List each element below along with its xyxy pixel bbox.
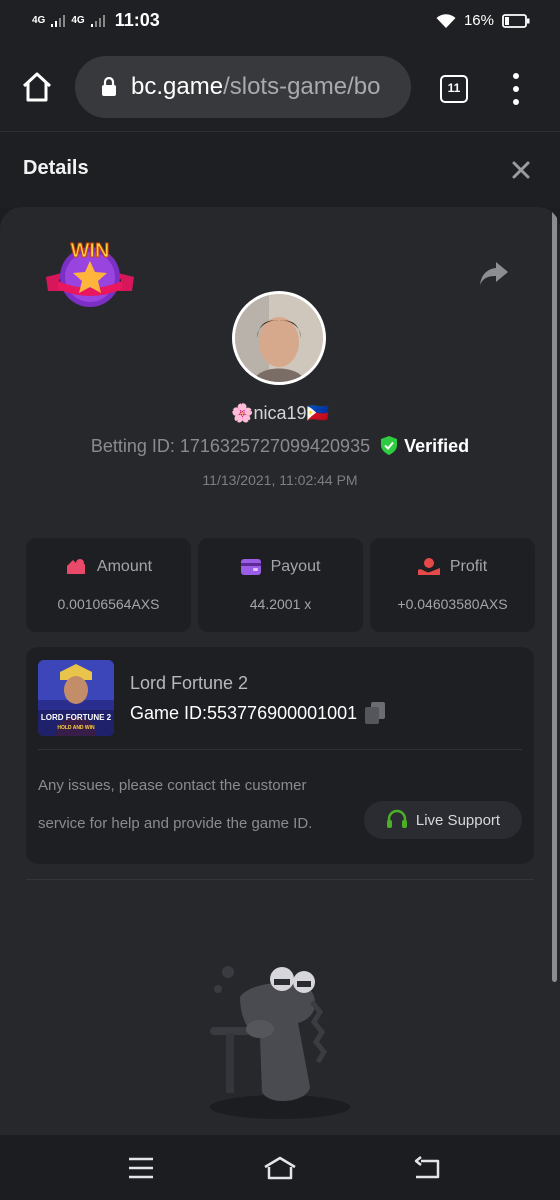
amount-value: 0.00106564AXS (57, 596, 160, 612)
page-title: Details (23, 157, 89, 179)
divider (38, 749, 522, 750)
game-thumbnail-image: LORD FORTUNE 2 HOLD AND WIN (38, 660, 114, 736)
section-divider (26, 879, 534, 880)
signal-icon (90, 14, 105, 27)
amount-header: Amount (26, 558, 191, 576)
share-icon[interactable] (478, 259, 510, 287)
wifi-icon (436, 13, 456, 28)
game-id: Game ID:553776900001001 (130, 702, 358, 723)
profit-value: +0.04603580AXS (397, 596, 508, 612)
tab-switcher-button[interactable]: 11 (440, 75, 468, 103)
payout-value: 44.2001 x (249, 596, 312, 612)
live-support-label: Live Support (415, 811, 501, 829)
payout-card: Payout 44.2001 x (198, 538, 363, 632)
payout-label: Payout (270, 558, 321, 575)
verified-shield-icon (381, 436, 398, 455)
battery-percent: 16% (463, 12, 494, 29)
address-bar[interactable]: bc.game/slots-game/bo (75, 56, 411, 118)
close-icon[interactable] (510, 159, 532, 181)
crocodile-mascot-icon (210, 966, 350, 1119)
back-icon[interactable] (412, 1155, 442, 1181)
home-icon[interactable] (20, 70, 54, 104)
scrollbar[interactable] (552, 207, 557, 982)
more-menu-icon[interactable] (506, 73, 526, 105)
payout-header: Payout (198, 558, 363, 576)
thumb-title: LORD FORTUNE 2 (41, 713, 112, 722)
network-type-1: 4G (32, 14, 46, 26)
avatar (232, 291, 326, 385)
game-id-row: Game ID:553776900001001 (130, 702, 386, 724)
username: 🌸nica19🇵🇭 (231, 403, 329, 423)
url-path: /slots-game/bo (223, 73, 381, 100)
profit-card: Profit +0.04603580AXS (370, 538, 535, 632)
wallet-icon (240, 559, 261, 575)
nav-home-icon[interactable] (262, 1155, 298, 1181)
win-badge-icon: WIN (46, 240, 134, 307)
support-message: Any issues, please contact the customer … (38, 777, 313, 832)
battery-icon (502, 13, 530, 28)
browser-toolbar: bc.game/slots-game/bo 11 (0, 44, 560, 132)
game-name[interactable]: Lord Fortune 2 (130, 673, 248, 694)
amount-label: Amount (96, 558, 153, 575)
amount-icon (66, 559, 85, 574)
verified-label: Verified (404, 436, 470, 456)
details-header: Details (0, 133, 560, 207)
profit-header: Profit (370, 558, 535, 576)
betting-id-row: Betting ID: 1716325727099420935 Verified (0, 436, 560, 457)
clock: 11:03 (114, 10, 160, 30)
url-host: bc.game (131, 73, 224, 100)
status-bar: 4G 4G 11:03 16% (0, 0, 560, 44)
status-left: 4G 4G 11:03 (32, 10, 160, 31)
avatar-photo (235, 294, 323, 382)
bet-details-panel: WIN 🌸nica19🇵🇭 Betting ID: 17163257270994… (0, 207, 560, 1135)
betting-id: Betting ID: 1716325727099420935 (90, 436, 371, 456)
bet-datetime: 11/13/2021, 11:02:44 PM (202, 472, 358, 488)
profit-icon (417, 558, 440, 575)
amount-card: Amount 0.00106564AXS (26, 538, 191, 632)
signal-icon (51, 14, 66, 27)
url-text: bc.game/slots-game/bo (131, 73, 401, 101)
copy-icon[interactable] (365, 702, 386, 724)
thumb-subtitle: HOLD AND WIN (57, 725, 95, 731)
network-type-2: 4G (71, 14, 85, 26)
status-right: 16% (436, 12, 530, 29)
game-thumbnail[interactable]: LORD FORTUNE 2 HOLD AND WIN (38, 660, 114, 736)
live-support-button[interactable]: Live Support (364, 801, 522, 839)
recent-apps-icon[interactable] (127, 1155, 155, 1181)
headset-icon (386, 809, 407, 828)
lock-icon (102, 77, 116, 96)
win-badge-text: WIN (71, 240, 110, 262)
profit-label: Profit (449, 558, 488, 575)
game-card: LORD FORTUNE 2 HOLD AND WIN Lord Fortune… (26, 647, 534, 864)
system-nav-bar (0, 1135, 560, 1200)
